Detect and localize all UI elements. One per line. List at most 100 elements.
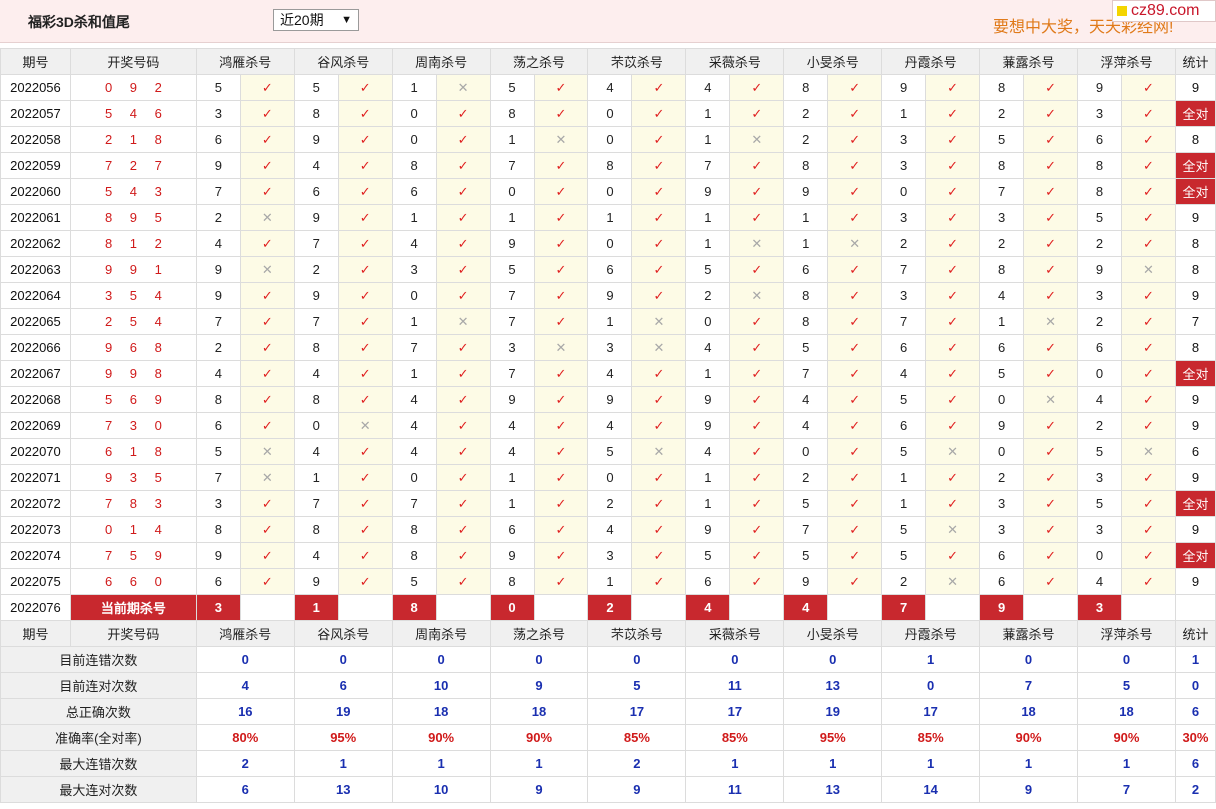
pick-number-cell: 0 (391, 126, 437, 153)
summary-row: 最大连对次数 6 13 10 9 9 11 13 14 9 7 2 (0, 776, 1216, 803)
stat-cell: 8 (1174, 230, 1216, 257)
check-icon: ✓ (239, 152, 295, 179)
pick-number-cell: 3 (1077, 100, 1122, 127)
header-expert: 采薇杀号 (685, 620, 785, 647)
check-icon: ✓ (827, 74, 883, 101)
pick-number-cell: 9 (685, 178, 731, 205)
pick-number-cell: 0 (979, 438, 1025, 465)
current-period-cell: 2022076 (0, 594, 71, 621)
site-badge[interactable]: cz89.com (1112, 0, 1216, 22)
pick-number-cell: 5 (783, 542, 829, 569)
check-icon: ✓ (631, 100, 687, 127)
summary-value: 17 (587, 698, 687, 725)
check-icon: ✓ (1120, 412, 1176, 439)
period-cell: 2022058 (0, 126, 71, 153)
check-icon: ✓ (1120, 568, 1176, 595)
header-draw: 开奖号码 (69, 620, 197, 647)
header-expert: 芣苡杀号 (587, 48, 687, 75)
summary-value: 95% (293, 724, 393, 751)
check-icon: ✓ (1023, 74, 1078, 101)
header-expert: 蒹露杀号 (979, 48, 1078, 75)
check-icon: ✓ (729, 490, 785, 517)
header-expert: 周南杀号 (391, 48, 491, 75)
check-icon: ✓ (533, 516, 589, 543)
period-select[interactable]: 近20期 ▼ (273, 9, 359, 31)
cross-icon: ✕ (631, 334, 687, 361)
pick-number-cell: 4 (587, 412, 633, 439)
summary-value: 90% (1077, 724, 1176, 751)
summary-value: 95% (783, 724, 883, 751)
summary-value: 18 (979, 698, 1078, 725)
pick-number-cell: 1 (293, 464, 339, 491)
current-period-row: 2022076 当前期杀号 3 1 8 0 2 4 4 7 9 3 (0, 594, 1216, 621)
header-expert: 浮萍杀号 (1077, 620, 1176, 647)
pick-number-cell: 8 (979, 152, 1025, 179)
summary-stat: 6 (1174, 698, 1216, 725)
check-icon: ✓ (729, 386, 785, 413)
summary-value: 2 (195, 750, 295, 777)
cross-icon: ✕ (435, 308, 491, 335)
all-correct-badge: 全对 (1174, 100, 1216, 127)
pick-number-cell: 3 (979, 516, 1025, 543)
check-icon: ✓ (1023, 100, 1078, 127)
pick-number-cell: 2 (685, 282, 731, 309)
cross-icon: ✕ (533, 126, 589, 153)
check-icon: ✓ (239, 178, 295, 205)
check-icon: ✓ (435, 256, 491, 283)
pick-number-cell: 9 (489, 542, 535, 569)
check-icon: ✓ (533, 230, 589, 257)
check-icon: ✓ (435, 412, 491, 439)
check-icon: ✓ (631, 516, 687, 543)
summary-value: 17 (685, 698, 785, 725)
stat-cell: 9 (1174, 386, 1216, 413)
summary-value: 85% (881, 724, 981, 751)
summary-label: 最大连对次数 (0, 776, 197, 803)
pick-number-cell: 8 (391, 542, 437, 569)
draw-numbers-cell: 7 3 0 (69, 412, 197, 439)
pick-number-cell: 7 (489, 282, 535, 309)
check-icon: ✓ (925, 334, 981, 361)
pick-number-cell: 4 (587, 516, 633, 543)
pick-number-cell: 9 (587, 282, 633, 309)
check-icon: ✓ (1023, 438, 1078, 465)
pick-number-cell: 0 (391, 464, 437, 491)
all-correct-badge: 全对 (1174, 542, 1216, 569)
current-kill-blank (925, 594, 981, 621)
check-icon: ✓ (925, 542, 981, 569)
pick-number-cell: 4 (685, 334, 731, 361)
pick-number-cell: 7 (783, 516, 829, 543)
pick-number-cell: 9 (685, 516, 731, 543)
check-icon: ✓ (631, 230, 687, 257)
summary-value: 0 (489, 646, 589, 673)
pick-number-cell: 5 (979, 126, 1025, 153)
pick-number-cell: 3 (195, 100, 241, 127)
pick-number-cell: 8 (979, 256, 1025, 283)
pick-number-cell: 4 (587, 74, 633, 101)
period-cell: 2022074 (0, 542, 71, 569)
pick-number-cell: 8 (1077, 178, 1122, 205)
all-correct-badge: 全对 (1174, 178, 1216, 205)
header-expert: 谷风杀号 (293, 620, 393, 647)
current-kill-blank (337, 594, 393, 621)
check-icon: ✓ (925, 282, 981, 309)
pick-number-cell: 6 (195, 568, 241, 595)
pick-number-cell: 5 (489, 256, 535, 283)
summary-value: 11 (685, 672, 785, 699)
check-icon: ✓ (729, 204, 785, 231)
current-kill-blank (1023, 594, 1078, 621)
check-icon: ✓ (827, 386, 883, 413)
pick-number-cell: 5 (881, 542, 927, 569)
stat-cell: 9 (1174, 74, 1216, 101)
header-expert: 芣苡杀号 (587, 620, 687, 647)
check-icon: ✓ (925, 256, 981, 283)
pick-number-cell: 2 (783, 464, 829, 491)
check-icon: ✓ (729, 568, 785, 595)
pick-number-cell: 7 (979, 178, 1025, 205)
current-kill-number: 3 (195, 594, 241, 621)
current-kill-blank (435, 594, 491, 621)
table-row: 2022071 9 3 5 7 ✕ 1 ✓ 0 ✓ 1 ✓ 0 ✓ 1 ✓ 2 ✓ 1 ✓ 2 ✓ 3 ✓ 9 (0, 464, 1216, 491)
pick-number-cell: 8 (783, 308, 829, 335)
pick-number-cell: 6 (783, 256, 829, 283)
check-icon: ✓ (729, 256, 785, 283)
check-icon: ✓ (729, 412, 785, 439)
